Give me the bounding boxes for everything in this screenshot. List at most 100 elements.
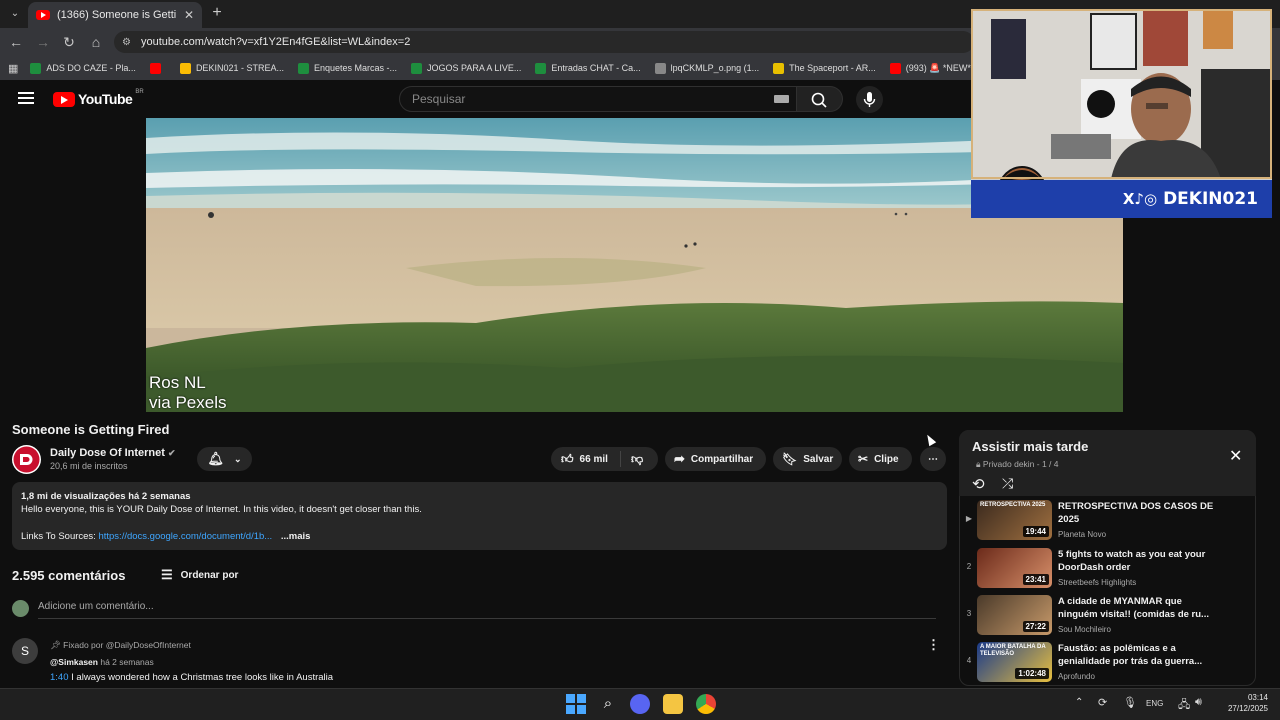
bookmark-item[interactable]: DEKIN021 - STREA... xyxy=(179,62,284,74)
streamer-handle: DEKIN021 xyxy=(1163,189,1258,209)
clock-date: 27/12/2025 xyxy=(1227,704,1268,713)
youtube-favicon-icon xyxy=(36,10,50,20)
video-title: Someone is Getting Fired xyxy=(12,422,170,437)
thumbnail-caption: RETROSPECTIVA 2025 xyxy=(980,502,1046,508)
bookmark-favicon-icon xyxy=(411,62,423,74)
like-button[interactable]: 👍︎ 66 mil xyxy=(551,451,621,467)
sort-comments-button[interactable]: ☰ Ordenar por xyxy=(161,567,238,583)
pinned-label: 📌︎ Fixado por @DailyDoseOfInternet xyxy=(50,640,191,651)
address-bar[interactable]: ⚙ youtube.com/watch?v=xf1Y2En4fGE&list=W… xyxy=(114,31,974,53)
sync-icon[interactable]: ⟳ xyxy=(1098,696,1107,709)
playlist-thumbnail[interactable]: RETROSPECTIVA 2025 19:44 xyxy=(977,500,1052,540)
playlist-item[interactable]: ▶ RETROSPECTIVA 2025 19:44 RETROSPECTIVA DO… xyxy=(960,500,1254,544)
add-comment-input[interactable]: Adicione um comentário... xyxy=(38,601,154,612)
thumbnail-caption: A MAIOR BATALHA DA TELEVISÃO xyxy=(980,644,1046,657)
search-input[interactable]: Pesquisar xyxy=(399,86,797,112)
bookmark-favicon-icon xyxy=(297,62,309,74)
bookmark-item[interactable]: The Spaceport - AR... xyxy=(773,62,876,74)
url-text: youtube.com/watch?v=xf1Y2En4fGE&list=WL&… xyxy=(140,36,411,48)
youtube-wordmark: YouTube xyxy=(78,91,133,107)
back-icon[interactable]: ← xyxy=(7,33,25,51)
bookmark-label: DEKIN021 - STREA... xyxy=(195,63,284,73)
forward-icon[interactable]: → xyxy=(34,33,52,51)
comment-menu-icon[interactable]: ⋮ xyxy=(927,637,940,653)
tab-close-icon[interactable]: ✕ xyxy=(184,8,194,22)
bookmark-label: Enquetes Marcas -... xyxy=(313,63,398,73)
bookmark-icon: 🔖︎ xyxy=(782,452,798,466)
bookmark-item[interactable]: ADS DO CAZE - Pla... xyxy=(30,62,136,74)
playlist-thumbnail[interactable]: A MAIOR BATALHA DA TELEVISÃO 1:02:48 xyxy=(977,642,1052,682)
source-link[interactable]: https://docs.google.com/document/d/1b... xyxy=(98,531,272,542)
youtube-logo[interactable]: YouTube BR xyxy=(53,89,144,107)
system-clock[interactable]: 03:14 27/12/2025 xyxy=(1214,692,1268,714)
bookmark-label: lpqCKMLP_o.png (1... xyxy=(670,63,760,73)
bookmark-item[interactable]: lpqCKMLP_o.png (1... xyxy=(654,62,760,74)
home-icon[interactable]: ⌂ xyxy=(87,33,105,51)
playlist-item[interactable]: 4 A MAIOR BATALHA DA TELEVISÃO 1:02:48 Faus… xyxy=(960,642,1254,686)
shuffle-icon[interactable]: ⤮ xyxy=(1002,475,1013,492)
reload-icon[interactable]: ↻ xyxy=(60,33,78,51)
channel-avatar[interactable] xyxy=(12,445,41,474)
browser-tab-active[interactable]: (1366) Someone is Getting Fired ✕ xyxy=(28,2,202,28)
description-box[interactable]: 1,8 mi de visualizações há 2 semanas Hel… xyxy=(12,482,947,550)
tab-title: (1366) Someone is Getting Fired xyxy=(57,9,177,21)
bookmark-favicon-icon xyxy=(654,62,666,74)
bell-icon: 🔔︎ xyxy=(207,451,224,466)
share-button[interactable]: ➦ Compartilhar xyxy=(665,447,766,471)
mouse-cursor xyxy=(923,432,937,447)
like-count: 66 mil xyxy=(579,453,608,465)
close-playlist-icon[interactable]: ✕ xyxy=(1229,446,1242,466)
clip-button[interactable]: ✂ Clipe xyxy=(849,447,912,471)
comment-author[interactable]: @Simkasen xyxy=(50,657,98,667)
bookmark-item[interactable] xyxy=(149,62,166,74)
commenter-avatar[interactable]: S xyxy=(12,638,38,664)
playlist-thumbnail[interactable]: 23:41 xyxy=(977,548,1052,588)
file-explorer-icon[interactable] xyxy=(663,694,683,714)
bookmark-label: ADS DO CAZE - Pla... xyxy=(46,63,136,73)
bookmark-favicon-icon xyxy=(773,62,785,74)
chrome-icon[interactable] xyxy=(696,694,716,714)
loop-icon[interactable]: ⟲ xyxy=(972,475,985,493)
comment-timestamp-link[interactable]: 1:40 xyxy=(50,672,69,683)
playlist-item[interactable]: 2 23:41 5 fights to watch as you eat your … xyxy=(960,548,1254,592)
bookmark-item[interactable]: Entradas CHAT - Ca... xyxy=(535,62,641,74)
network-icon[interactable]: 🖧︎ xyxy=(1178,696,1190,715)
windows-start-icon[interactable] xyxy=(566,694,586,714)
search-icon xyxy=(811,92,827,108)
volume-icon[interactable]: 🔊︎ xyxy=(1195,696,1202,709)
site-settings-icon[interactable]: ⚙ xyxy=(122,37,131,48)
pin-icon: 📌︎ xyxy=(50,640,61,650)
voice-search-button[interactable] xyxy=(856,86,883,113)
show-hidden-icons-icon[interactable]: ⌃ xyxy=(1075,697,1083,708)
playlist-thumbnail[interactable]: 27:22 xyxy=(977,595,1052,635)
thumbs-up-icon: 👍︎ xyxy=(561,451,574,466)
playlist-item[interactable]: 3 27:22 A cidade de MYANMAR que ninguém vi… xyxy=(960,595,1254,639)
taskbar-search-icon[interactable]: ⌕ xyxy=(598,694,618,714)
comment-count: 2.595 comentários xyxy=(12,568,126,583)
microphone-icon xyxy=(863,92,876,107)
channel-name[interactable]: Daily Dose Of Internet ✔ xyxy=(50,447,176,459)
clock-time: 03:14 xyxy=(1247,693,1268,702)
more-actions-button[interactable]: ⋯ xyxy=(920,447,946,471)
playlist-title[interactable]: Assistir mais tarde xyxy=(972,439,1088,454)
verified-icon: ✔ xyxy=(167,448,176,458)
tab-search-icon[interactable]: ⌄ xyxy=(6,5,24,23)
microphone-tray-icon[interactable]: 🎙︎ xyxy=(1123,696,1137,709)
new-tab-button[interactable]: + xyxy=(208,4,226,22)
menu-icon[interactable] xyxy=(18,92,34,104)
language-indicator[interactable]: ENG xyxy=(1146,699,1163,708)
description-text: Hello everyone, this is YOUR Daily Dose … xyxy=(21,504,422,515)
keyboard-icon[interactable] xyxy=(774,95,789,103)
streamer-banner: X♪◎ DEKIN021 xyxy=(971,180,1272,218)
save-button[interactable]: 🔖︎ Salvar xyxy=(773,447,842,471)
dislike-button[interactable]: 👎︎ xyxy=(621,452,643,467)
show-more-link[interactable]: ...mais xyxy=(281,531,311,542)
discord-icon[interactable] xyxy=(630,694,650,714)
subscription-bell-button[interactable]: 🔔︎ ⌄ xyxy=(197,447,252,471)
search-button[interactable] xyxy=(797,86,843,112)
user-avatar xyxy=(12,600,29,617)
bookmark-item[interactable]: Enquetes Marcas -... xyxy=(297,62,398,74)
bookmark-favicon-icon xyxy=(30,62,42,74)
bookmark-item[interactable]: JOGOS PARA A LIVE... xyxy=(411,62,521,74)
apps-grid-icon[interactable]: ▦ xyxy=(8,62,18,75)
